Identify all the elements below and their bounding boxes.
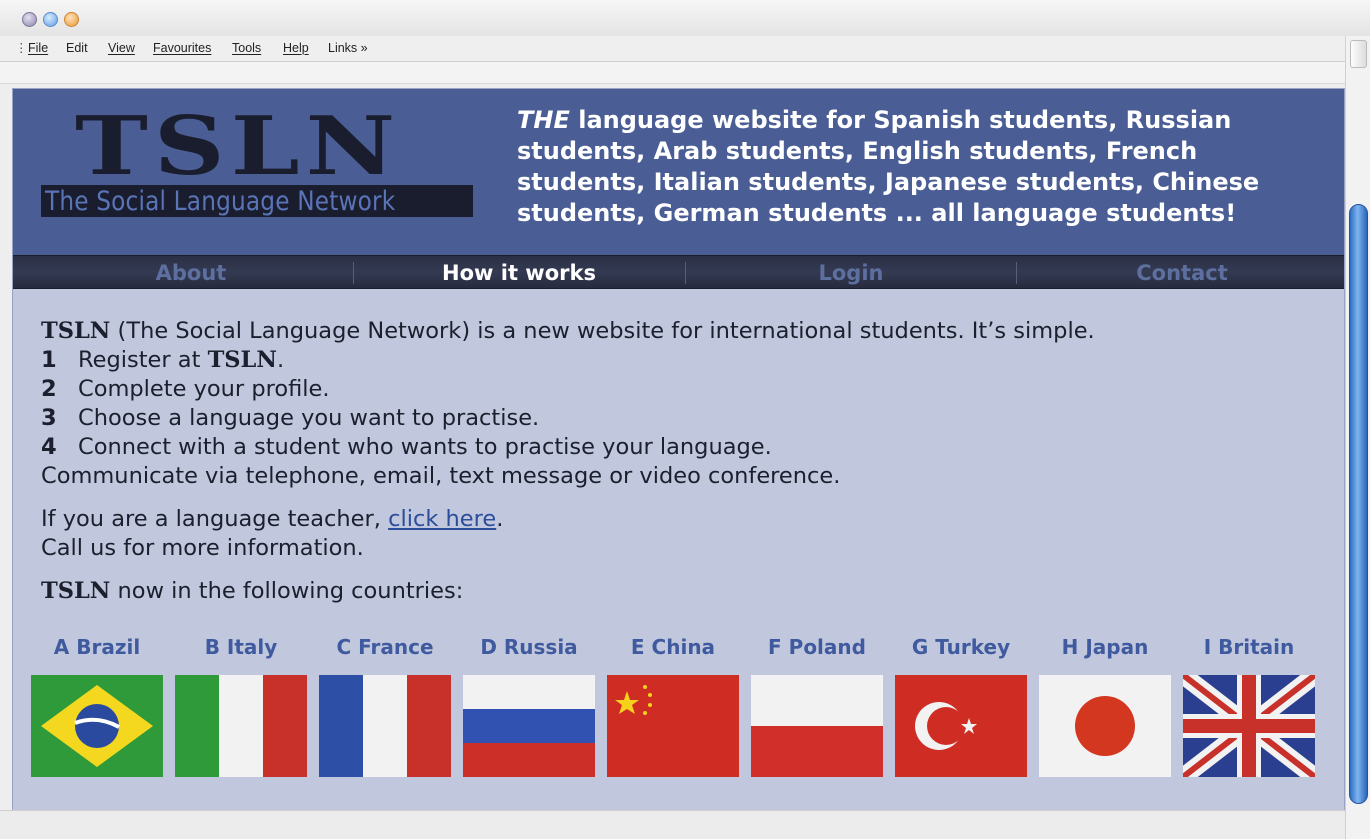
country-label: G Turkey [911, 635, 1011, 659]
zoom-window-button[interactable] [64, 12, 79, 27]
teacher-link[interactable]: click here [388, 506, 496, 532]
intro-text: (The Social Language Network) is a new w… [110, 318, 1095, 344]
site-tagline: THE language website for Spanish student… [517, 105, 1307, 229]
step-text: Connect with a student who wants to prac… [78, 434, 772, 460]
step-item: 1 Register at TSLN. [41, 346, 1331, 375]
country-britain[interactable]: I Britain [1181, 635, 1317, 785]
toolbar-strip [0, 62, 1345, 84]
step-item: 2 Complete your profile. [41, 375, 1331, 404]
main-navigation: About How it works Login Contact [13, 255, 1344, 289]
country-france[interactable]: C France [317, 635, 453, 785]
menu-links[interactable]: Links » [328, 41, 368, 55]
country-brazil[interactable]: A Brazil [29, 635, 165, 785]
countries-heading: TSLN now in the following countries: [41, 577, 1331, 606]
close-window-button[interactable] [22, 12, 37, 27]
menu-help[interactable]: Help [283, 41, 309, 55]
countries-heading-text: now in the following countries: [110, 578, 464, 604]
vertical-scrollbar[interactable] [1345, 36, 1370, 839]
teacher-text: If you are a language teacher, [41, 506, 389, 532]
step-item: 4 Connect with a student who wants to pra… [41, 433, 1331, 462]
menu-file[interactable]: File [28, 41, 48, 55]
nav-about[interactable]: About [25, 256, 357, 290]
main-content: TSLN (The Social Language Network) is a … [41, 317, 1331, 606]
poland-flag [751, 675, 883, 777]
country-italy[interactable]: B Italy [173, 635, 309, 785]
step-number: 1 [41, 347, 57, 373]
menu-view[interactable]: View [108, 41, 135, 55]
step-number: 3 [41, 405, 57, 431]
step-number: 4 [41, 434, 57, 460]
web-page: TSLN The Social Language Network THE lan… [12, 88, 1345, 839]
brand-name: TSLN [207, 347, 277, 373]
menubar-grip-icon: ⋮ [15, 41, 28, 55]
intro-paragraph: TSLN (The Social Language Network) is a … [41, 317, 1331, 346]
menu-bar: ⋮ File Edit View Favourites Tools Help L… [0, 36, 1370, 62]
site-header: TSLN The Social Language Network THE lan… [13, 89, 1344, 255]
logo-letters: TSLN [75, 99, 402, 194]
country-list: A Brazil B Italy C France D Russia E Chi… [29, 635, 1339, 785]
china-flag [607, 675, 739, 777]
minimize-window-button[interactable] [43, 12, 58, 27]
country-china[interactable]: E China [605, 635, 741, 785]
country-label: I Britain [1203, 635, 1295, 659]
window-titlebar [0, 0, 1370, 36]
site-logo[interactable]: TSLN The Social Language Network [41, 107, 481, 231]
brand-name: TSLN [41, 578, 111, 604]
country-poland[interactable]: F Poland [749, 635, 885, 785]
country-japan[interactable]: H Japan [1037, 635, 1173, 785]
status-bar [0, 810, 1345, 839]
italy-flag [175, 675, 307, 777]
country-label: B Italy [204, 635, 278, 659]
country-russia[interactable]: D Russia [461, 635, 597, 785]
turkey-flag [895, 675, 1027, 777]
menu-edit[interactable]: Edit [66, 41, 88, 55]
tagline-emphasis: THE [517, 106, 570, 134]
scrollbar-thumb[interactable] [1349, 204, 1368, 804]
country-turkey[interactable]: G Turkey [893, 635, 1029, 785]
country-label: A Brazil [53, 635, 141, 659]
scroll-up-button[interactable] [1350, 40, 1367, 68]
brand-name: TSLN [41, 318, 111, 344]
nav-how-it-works[interactable]: How it works [353, 256, 685, 290]
menu-tools[interactable]: Tools [232, 41, 261, 55]
brazil-flag [31, 675, 163, 777]
step-text: Complete your profile. [78, 376, 330, 402]
country-label: E China [630, 635, 716, 659]
country-label: C France [336, 635, 434, 659]
teacher-paragraph: If you are a language teacher, click her… [41, 505, 1331, 534]
country-label: D Russia [480, 635, 578, 659]
menu-favourites[interactable]: Favourites [153, 41, 211, 55]
france-flag [319, 675, 451, 777]
step-text-end: . [276, 347, 285, 373]
tagline-text: language website for Spanish students, R… [517, 106, 1260, 227]
japan-flag [1039, 675, 1171, 777]
country-label: H Japan [1061, 635, 1149, 659]
russia-flag [463, 675, 595, 777]
step-text: Choose a language you want to practise. [78, 405, 540, 431]
britain-flag [1183, 675, 1315, 777]
call-text: Call us for more information. [41, 535, 364, 561]
nav-login[interactable]: Login [685, 256, 1017, 290]
step-item: 3 Choose a language you want to practise. [41, 404, 1331, 433]
step-number: 2 [41, 376, 57, 402]
communicate-text: Communicate via telephone, email, text m… [41, 463, 841, 489]
teacher-text-end: . [496, 506, 504, 532]
logo-subtitle: The Social Language Network [45, 186, 396, 217]
country-label: F Poland [768, 635, 866, 659]
step-text: Register at [78, 347, 208, 373]
nav-contact[interactable]: Contact [1016, 256, 1348, 290]
